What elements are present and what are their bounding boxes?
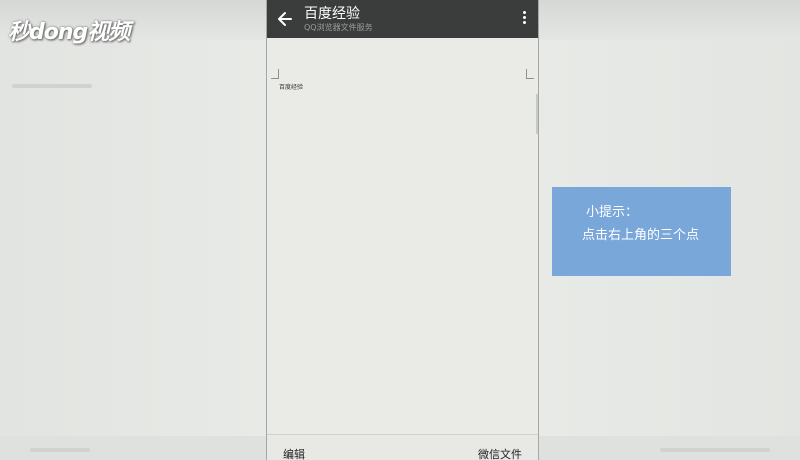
tip-title: 小提示：	[586, 205, 639, 220]
tip-box: 小提示： 点击右上角的三个点	[552, 187, 731, 276]
video-watermark-logo: 秒dong视频	[8, 20, 130, 45]
document-text: 百度经验	[279, 84, 304, 91]
bottom-action-bar: 编辑 微信文件	[267, 434, 538, 460]
page-subtitle: QQ浏览器文件服务	[304, 23, 373, 32]
page-corner-mark-right	[526, 69, 534, 79]
page-corner-mark-left	[271, 69, 279, 79]
phone-screen: 百度经验 QQ浏览器文件服务 百度经验 编辑 微信文件	[266, 0, 539, 460]
background-left-panel	[0, 40, 266, 460]
scrollbar[interactable]	[536, 94, 538, 134]
background-blur-line	[12, 84, 92, 88]
background-blur-line	[30, 448, 90, 452]
edit-button[interactable]: 编辑	[283, 446, 305, 460]
document-viewer[interactable]: 百度经验	[267, 38, 538, 434]
more-vert-icon[interactable]	[522, 11, 526, 27]
page-title: 百度经验	[304, 6, 360, 22]
tip-body: 点击右上角的三个点	[582, 228, 700, 243]
app-header: 百度经验 QQ浏览器文件服务	[267, 0, 538, 38]
background-blur-line	[660, 448, 770, 452]
arrow-left-icon[interactable]	[277, 9, 293, 29]
wechat-file-button[interactable]: 微信文件	[478, 446, 522, 460]
